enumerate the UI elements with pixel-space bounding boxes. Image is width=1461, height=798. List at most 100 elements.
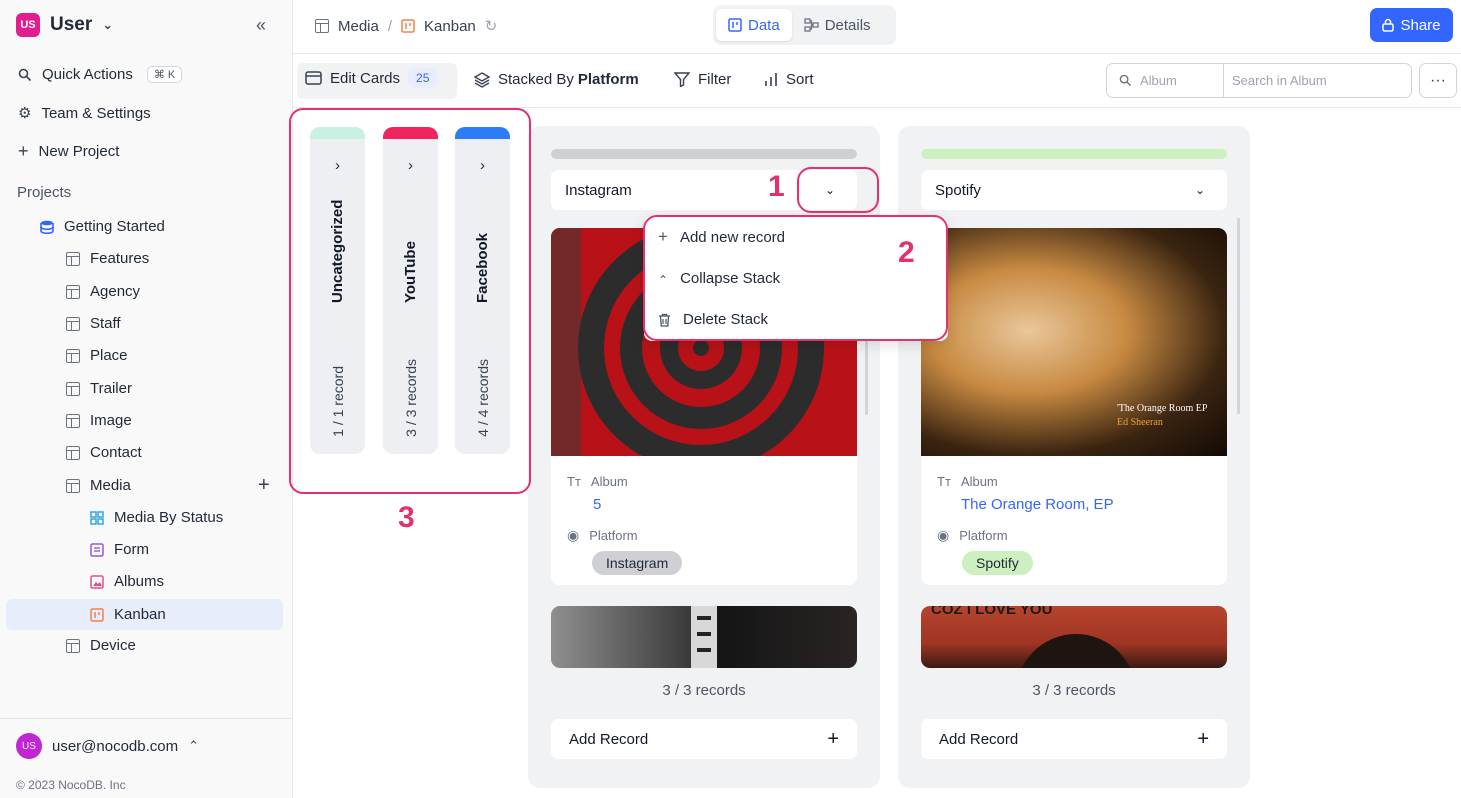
table-place[interactable]: Place xyxy=(66,347,128,364)
collapse-sidebar-icon[interactable]: « xyxy=(256,15,266,36)
add-record-button[interactable]: Add Record + xyxy=(551,719,857,759)
table-trailer[interactable]: Trailer xyxy=(66,380,132,397)
record-card[interactable]: 'The Orange Room EP Ed Sheeran Tт Album … xyxy=(921,228,1227,585)
filter-button[interactable]: Filter xyxy=(674,71,731,88)
scrollbar[interactable] xyxy=(1237,218,1240,414)
add-view-icon[interactable]: + xyxy=(258,474,270,497)
edit-cards-label: Edit Cards xyxy=(330,69,401,87)
edit-cards-button[interactable]: Edit Cards 25 xyxy=(305,68,438,88)
view-label: Kanban xyxy=(114,606,166,623)
tab-details[interactable]: Details xyxy=(792,9,883,41)
table-staff[interactable]: Staff xyxy=(66,315,121,332)
layers-icon xyxy=(474,71,490,88)
more-options-button[interactable]: ··· xyxy=(1419,63,1457,98)
album-field-label: Tт Album xyxy=(937,474,998,489)
table-label: Image xyxy=(90,412,132,429)
sort-label: Sort xyxy=(786,71,814,88)
user-email: user@nocodb.com xyxy=(52,737,179,755)
plus-icon: + xyxy=(18,141,29,161)
table-image[interactable]: Image xyxy=(66,412,132,429)
album-field-label: Tт Album xyxy=(567,474,628,489)
table-label: Staff xyxy=(90,315,121,332)
breadcrumb-separator: / xyxy=(387,17,393,35)
copyright: © 2023 NocoDB. Inc xyxy=(16,778,126,792)
stack-header[interactable]: Spotify ⌄ xyxy=(921,170,1227,210)
radio-icon: ◉ xyxy=(567,527,580,543)
breadcrumb-table[interactable]: Media xyxy=(338,18,379,35)
album-cover-image xyxy=(551,606,857,668)
share-button[interactable]: Share xyxy=(1370,8,1453,42)
table-features[interactable]: Features xyxy=(66,250,149,267)
record-card[interactable]: COZ I LOVE YOU xyxy=(921,606,1227,668)
view-form[interactable]: Form xyxy=(90,541,149,558)
stacked-by-button[interactable]: Stacked By Platform xyxy=(474,71,639,88)
tab-data-label: Data xyxy=(748,16,780,34)
quick-actions[interactable]: Quick Actions ⌘ K xyxy=(18,66,183,83)
search-box: Album Search in Album xyxy=(1106,63,1412,98)
search-icon xyxy=(1119,74,1132,87)
sort-button[interactable]: Sort xyxy=(764,71,814,88)
platform-field-label: ◉ Platform xyxy=(567,527,638,544)
avatar: US xyxy=(16,733,42,759)
record-card[interactable] xyxy=(551,606,857,668)
kanban-icon xyxy=(728,18,742,32)
workspace-name: User xyxy=(50,14,93,35)
annotation-ring-3 xyxy=(289,108,531,494)
user-menu[interactable]: US user@nocodb.com ⌃ xyxy=(16,733,199,759)
view-kanban[interactable]: Kanban xyxy=(6,599,283,630)
workspace-switcher[interactable]: US User ⌄ xyxy=(16,13,113,37)
table-icon xyxy=(66,445,80,460)
album-value: 5 xyxy=(593,496,602,513)
view-albums[interactable]: Albums xyxy=(90,573,164,590)
stacked-by-field: Platform xyxy=(577,71,639,88)
projects-heading: Projects xyxy=(17,184,72,201)
quick-actions-label: Quick Actions xyxy=(42,66,133,83)
search-icon xyxy=(18,68,32,81)
search-input[interactable]: Search in Album xyxy=(1224,64,1411,97)
annotation-number-1: 1 xyxy=(768,170,785,203)
annotation-ring-2 xyxy=(643,215,948,341)
new-project[interactable]: + New Project xyxy=(18,141,119,162)
cover-art xyxy=(691,606,717,668)
table-contact[interactable]: Contact xyxy=(66,444,142,461)
scrollbar[interactable] xyxy=(865,338,868,415)
team-settings[interactable]: ⚙ Team & Settings xyxy=(18,104,151,123)
gallery-view-icon xyxy=(90,510,104,525)
breadcrumb-view[interactable]: Kanban xyxy=(424,18,476,35)
table-label: Media xyxy=(90,477,131,494)
table-media[interactable]: Media xyxy=(66,477,131,494)
add-record-button[interactable]: Add Record + xyxy=(921,719,1227,759)
table-device[interactable]: Device xyxy=(66,637,136,654)
fields-count-badge: 25 xyxy=(408,68,438,88)
stack-title: Instagram xyxy=(565,181,632,199)
workspace-avatar: US xyxy=(16,13,40,37)
search-field-select[interactable]: Album xyxy=(1107,64,1224,97)
cover-caption: COZ I LOVE YOU xyxy=(931,606,1053,618)
toolbar: Edit Cards 25 Stacked By Platform Filter… xyxy=(293,54,1461,108)
stack-color-bar xyxy=(551,149,857,159)
project-getting-started[interactable]: Getting Started xyxy=(40,218,165,235)
text-type-icon: Tт xyxy=(937,474,951,489)
annotation-number-3: 3 xyxy=(398,501,415,534)
reload-icon[interactable]: ↻ xyxy=(485,17,498,35)
table-label: Trailer xyxy=(90,380,132,397)
divider xyxy=(0,718,292,719)
view-media-by-status[interactable]: Media By Status xyxy=(90,509,223,526)
table-icon xyxy=(66,316,80,331)
chevron-down-icon[interactable]: ⌄ xyxy=(1195,183,1205,197)
album-label: Album xyxy=(960,474,998,489)
share-label: Share xyxy=(1400,16,1441,34)
text-type-icon: Tт xyxy=(567,474,581,489)
kanban-view-icon xyxy=(401,19,415,33)
table-icon xyxy=(315,19,329,33)
platform-label: Platform xyxy=(959,528,1008,543)
stack-record-count: 3 / 3 records xyxy=(662,682,746,699)
tab-data[interactable]: Data xyxy=(716,9,792,41)
add-record-label: Add Record xyxy=(939,730,1019,748)
platform-tag: Spotify xyxy=(962,551,1033,575)
table-label: Features xyxy=(90,250,150,267)
table-agency[interactable]: Agency xyxy=(66,283,140,300)
table-icon xyxy=(66,251,80,266)
filter-icon xyxy=(674,72,690,87)
cover-caption: 'The Orange Room EP xyxy=(1117,403,1208,414)
